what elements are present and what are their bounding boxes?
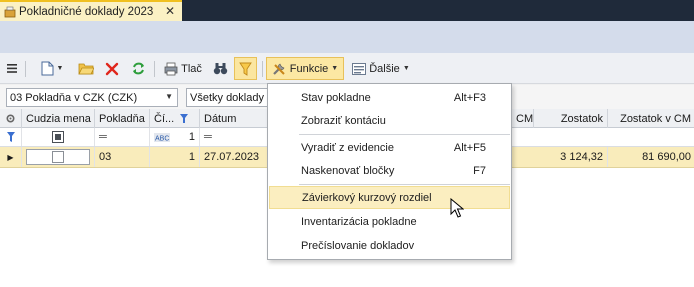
- column-header-zostatok-cm[interactable]: Zostatok v CM: [608, 109, 694, 128]
- ribbon-band: [0, 21, 694, 53]
- filter-toggle-button[interactable]: [234, 57, 257, 80]
- toolbar: ▼ Tlač Funkcie ▼ Ďalšie ▼: [0, 53, 694, 84]
- column-settings-icon[interactable]: [0, 109, 22, 128]
- equals-operator-icon: ═: [99, 131, 107, 143]
- chevron-down-icon: ▼: [56, 65, 64, 72]
- filter-cudzia-mena[interactable]: [22, 128, 95, 146]
- sort-filter-icon: [180, 114, 189, 123]
- menu-separator: [299, 184, 510, 185]
- close-icon[interactable]: ✕: [165, 4, 175, 18]
- menu-item-label: Zobraziť kontáciu: [301, 114, 386, 127]
- menu-item-label: Stav pokladne: [301, 91, 371, 104]
- text-filter-abc-icon: ABC: [154, 132, 170, 142]
- cudzia-mena-checkbox[interactable]: [52, 151, 64, 163]
- documents-select-value: Všetky doklady: [190, 91, 264, 104]
- print-label: Tlač: [181, 62, 202, 75]
- column-header-zostatok[interactable]: Zostatok: [534, 109, 608, 128]
- menu-item-precislovanie-dokladov[interactable]: Prečíslovanie dokladov: [269, 234, 510, 257]
- functions-label: Funkcie: [289, 62, 329, 75]
- document-tab-strip: Pokladničné doklady 2023 ✕: [0, 0, 694, 21]
- mouse-pointer-icon: [450, 198, 464, 218]
- toolbar-separator: [262, 61, 263, 77]
- filter-checkbox[interactable]: [52, 131, 64, 143]
- cell-cislo: 1: [150, 147, 200, 167]
- menu-item-zobrazit-kontaciu[interactable]: Zobraziť kontáciu: [269, 109, 510, 132]
- menu-separator: [299, 134, 510, 135]
- filter-cislo-value: 1: [188, 131, 195, 143]
- menu-item-shortcut: F7: [473, 164, 486, 177]
- chevron-down-icon: ▼: [331, 65, 339, 72]
- menu-item-label: Naskenovať bločky: [301, 164, 395, 177]
- menu-item-label: Vyradiť z evidencie: [301, 141, 394, 154]
- column-header-pokladna[interactable]: Pokladňa: [95, 109, 150, 128]
- tab-title: Pokladničné doklady 2023: [19, 5, 154, 18]
- chevron-down-icon: ▼: [402, 65, 410, 72]
- column-header-cudzia-mena[interactable]: Cudzia mena: [22, 109, 95, 128]
- cell-zostatok-cm: 81 690,00: [642, 151, 691, 163]
- tools-icon: [272, 63, 285, 75]
- filter-funnel-icon: [239, 62, 252, 76]
- more-menu-button[interactable]: Ďalšie ▼: [350, 57, 412, 80]
- new-document-icon: [41, 61, 54, 76]
- chevron-down-icon[interactable]: ▼: [165, 92, 173, 101]
- filter-row-icon: [0, 128, 22, 146]
- cashbox-select[interactable]: 03 Pokladňa v CZK (CZK) ▼: [6, 88, 178, 107]
- menu-item-vyradit-z-evidencie[interactable]: Vyradiť z evidencie Alt+F5: [269, 136, 510, 159]
- filter-pokladna[interactable]: ═: [95, 128, 150, 146]
- menu-item-shortcut: Alt+F3: [453, 91, 486, 104]
- menu-item-shortcut: Alt+F5: [453, 141, 486, 154]
- cell-cudzia-mena[interactable]: [22, 147, 95, 167]
- column-header-cislo[interactable]: Čí...: [150, 109, 200, 128]
- row-indicator-icon: ▶: [0, 147, 22, 167]
- delete-button[interactable]: [102, 57, 122, 80]
- menu-item-label: Závierkový kurzový rozdiel: [302, 191, 432, 204]
- printer-icon: [164, 62, 178, 75]
- folder-icon: [78, 63, 94, 75]
- column-header-cm[interactable]: CM: [512, 109, 534, 128]
- cashbox-select-value: 03 Pokladňa v CZK (CZK): [10, 91, 138, 104]
- column-header-cislo-label: Čí...: [154, 112, 175, 125]
- more-label: Ďalšie: [369, 62, 400, 75]
- new-document-button[interactable]: ▼: [33, 57, 71, 80]
- more-list-icon: [352, 62, 367, 75]
- equals-operator-icon: ═: [204, 131, 212, 143]
- functions-menu-button[interactable]: Funkcie ▼: [266, 57, 344, 80]
- binoculars-icon: [213, 63, 227, 75]
- refresh-icon: [132, 62, 144, 75]
- cell-datum: 27.07.2023: [200, 147, 268, 167]
- cudzia-mena-editor[interactable]: [26, 149, 90, 165]
- documents-select[interactable]: Všetky doklady: [186, 88, 268, 107]
- menu-item-label: Prečíslovanie dokladov: [301, 239, 415, 252]
- refresh-button[interactable]: [128, 57, 148, 80]
- filter-cislo[interactable]: ABC 1: [150, 128, 200, 146]
- menu-item-zavierkovy-kurzovy-rozdiel[interactable]: Závierkový kurzový rozdiel: [269, 186, 510, 209]
- hamburger-menu-icon[interactable]: [4, 57, 20, 80]
- print-button[interactable]: Tlač: [160, 57, 206, 80]
- toolbar-separator: [154, 61, 155, 77]
- cell-zostatok: 3 124,32: [534, 147, 608, 167]
- delete-x-icon: [105, 62, 119, 75]
- functions-dropdown-menu: Stav pokladne Alt+F3 Zobraziť kontáciu V…: [267, 83, 512, 260]
- menu-item-label: Inventarizácia pokladne: [301, 215, 417, 228]
- menu-item-inventarizacia-pokladne[interactable]: Inventarizácia pokladne: [269, 210, 510, 233]
- open-folder-button[interactable]: [76, 57, 96, 80]
- filter-datum[interactable]: ═: [200, 128, 268, 146]
- toolbar-separator: [25, 61, 26, 77]
- menu-item-stav-pokladne[interactable]: Stav pokladne Alt+F3: [269, 86, 510, 109]
- menu-item-naskenovat-blocky[interactable]: Naskenovať bločky F7: [269, 159, 510, 182]
- cash-register-icon: [4, 6, 16, 17]
- cell-pokladna: 03: [95, 147, 150, 167]
- column-header-datum[interactable]: Dátum: [200, 109, 268, 128]
- tab-pokladnicne-doklady[interactable]: Pokladničné doklady 2023 ✕: [0, 0, 182, 21]
- find-button[interactable]: [210, 57, 230, 80]
- svg-text:ABC: ABC: [155, 135, 169, 142]
